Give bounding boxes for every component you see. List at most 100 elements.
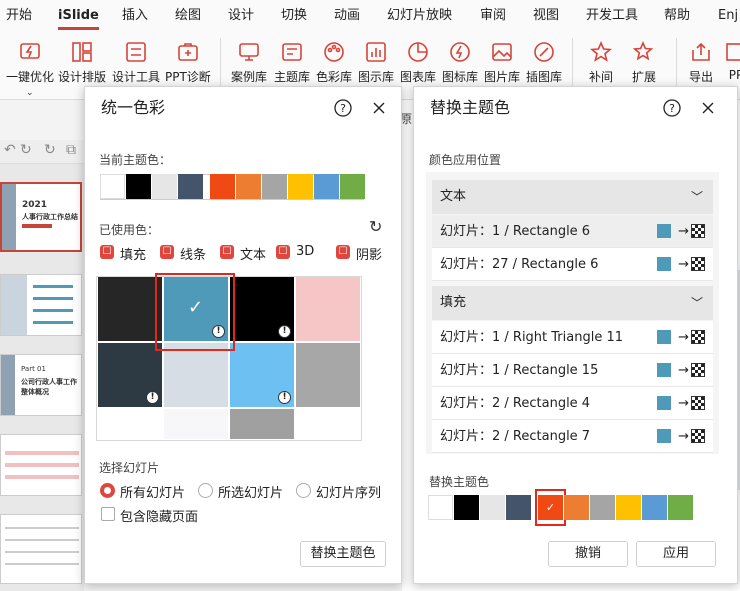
- theme-color-swatch[interactable]: [454, 495, 479, 520]
- info-icon[interactable]: !: [278, 325, 291, 338]
- slide-thumbnail[interactable]: 2021 人事行政工作总结: [0, 182, 82, 252]
- list-item[interactable]: 幻灯片：1 / Right Triangle 11 →: [432, 321, 713, 354]
- design-tools-button[interactable]: 设计工具: [112, 40, 160, 85]
- help-icon[interactable]: ?: [662, 98, 682, 118]
- pp-button[interactable]: PP: [724, 40, 740, 82]
- selected-slides-radio[interactable]: [198, 483, 213, 498]
- shadow-checkbox[interactable]: ☐: [336, 245, 350, 259]
- tab-view[interactable]: 视图: [533, 0, 559, 30]
- tab-enj[interactable]: Enj: [718, 0, 738, 30]
- text-checkbox[interactable]: ☐: [220, 245, 234, 259]
- tab-review[interactable]: 审阅: [480, 0, 506, 30]
- list-item[interactable]: 幻灯片：27 / Rectangle 6 →: [432, 248, 713, 281]
- close-icon[interactable]: [698, 98, 718, 118]
- all-slides-radio[interactable]: [100, 483, 115, 498]
- icon-library-button[interactable]: 图标库: [442, 40, 478, 85]
- tab-draw[interactable]: 绘图: [175, 0, 201, 30]
- tab-animations[interactable]: 动画: [334, 0, 360, 30]
- tab-home[interactable]: 开始: [6, 0, 32, 30]
- 3d-checkbox[interactable]: ☐: [276, 245, 290, 259]
- used-color-cell[interactable]: [98, 409, 162, 439]
- used-color-cell[interactable]: [98, 277, 162, 341]
- slide-range-radio[interactable]: [296, 483, 311, 498]
- theme-color-swatch[interactable]: [100, 174, 125, 199]
- refresh-icon[interactable]: ↻: [44, 142, 56, 158]
- help-icon[interactable]: ?: [333, 98, 353, 118]
- tween-button[interactable]: 补间: [589, 40, 613, 85]
- theme-color-swatch[interactable]: [564, 495, 589, 520]
- slide-thumbnail[interactable]: [0, 514, 82, 584]
- theme-color-swatch[interactable]: [668, 495, 693, 520]
- color-library-button[interactable]: 色彩库: [316, 40, 352, 85]
- slide-thumbnail[interactable]: [0, 434, 82, 496]
- used-color-cell[interactable]: !: [98, 343, 162, 407]
- list-item[interactable]: 幻灯片：1 / Rectangle 6 →: [432, 215, 713, 248]
- image-library-button[interactable]: 图片库: [484, 40, 520, 85]
- chart-library-button[interactable]: 图表库: [400, 40, 436, 85]
- extend-button[interactable]: 扩展: [632, 40, 656, 85]
- theme-color-swatch[interactable]: [152, 174, 177, 199]
- used-color-cell[interactable]: [164, 409, 228, 439]
- used-color-cell[interactable]: [296, 343, 360, 407]
- illustration-library-button[interactable]: 插图库: [526, 40, 562, 85]
- theme-color-swatch[interactable]: [590, 495, 615, 520]
- theme-color-swatch[interactable]: [428, 495, 453, 520]
- replace-theme-button[interactable]: 替换主题色: [300, 541, 386, 567]
- export-button[interactable]: 导出: [689, 40, 713, 85]
- fill-checkbox[interactable]: ☐: [100, 245, 114, 259]
- apply-button[interactable]: 应用: [636, 541, 716, 567]
- diagram-library-button[interactable]: 图示库: [358, 40, 394, 85]
- list-item[interactable]: 幻灯片：2 / Rectangle 4 →: [432, 387, 713, 420]
- info-icon[interactable]: !: [146, 391, 159, 404]
- theme-color-swatch[interactable]: [210, 174, 235, 199]
- tab-design[interactable]: 设计: [228, 0, 254, 30]
- theme-color-swatch[interactable]: [178, 174, 203, 199]
- theme-color-swatch[interactable]: [642, 495, 667, 520]
- theme-color-swatch[interactable]: [340, 174, 365, 199]
- info-icon[interactable]: !: [278, 391, 291, 404]
- undo-icon[interactable]: ↶: [4, 142, 16, 158]
- one-click-optimize-button[interactable]: 一键优化: [6, 40, 54, 85]
- tab-islide[interactable]: iSlide: [58, 0, 99, 30]
- close-icon[interactable]: [369, 98, 389, 118]
- chevron-down-icon[interactable]: ﹀: [691, 286, 703, 320]
- slide-thumbnail[interactable]: [0, 274, 82, 336]
- theme-color-swatch[interactable]: [506, 495, 531, 520]
- redo-icon[interactable]: ↻: [20, 142, 32, 158]
- tab-help[interactable]: 帮助: [664, 0, 690, 30]
- used-color-cell[interactable]: !: [230, 277, 294, 341]
- cancel-button[interactable]: 撤销: [548, 541, 628, 567]
- case-library-button[interactable]: 案例库: [231, 40, 267, 85]
- theme-color-swatch[interactable]: [480, 495, 505, 520]
- list-item[interactable]: 幻灯片：1 / Rectangle 15 →: [432, 354, 713, 387]
- used-color-cell[interactable]: [296, 277, 360, 341]
- theme-color-swatch[interactable]: [262, 174, 287, 199]
- chevron-down-icon[interactable]: ﹀: [691, 180, 703, 214]
- copy-icon[interactable]: ⧉: [66, 142, 76, 158]
- theme-color-swatch[interactable]: [616, 495, 641, 520]
- used-color-cell[interactable]: !: [230, 343, 294, 407]
- group-header-text[interactable]: 文本 ﹀: [432, 180, 713, 214]
- list-item[interactable]: 幻灯片：2 / Rectangle 7 →: [432, 420, 713, 453]
- tab-insert[interactable]: 插入: [122, 0, 148, 30]
- used-color-cell[interactable]: [164, 343, 228, 407]
- include-hidden-checkbox[interactable]: [101, 507, 115, 521]
- theme-color-swatch[interactable]: [236, 174, 261, 199]
- thumb-accent-bar: [22, 224, 52, 228]
- theme-color-swatch[interactable]: [288, 174, 313, 199]
- tab-transitions[interactable]: 切换: [281, 0, 307, 30]
- tab-slideshow[interactable]: 幻灯片放映: [387, 0, 452, 30]
- design-layout-button[interactable]: 设计排版: [58, 40, 106, 85]
- theme-library-button[interactable]: 主题库: [274, 40, 310, 85]
- theme-color-swatch[interactable]: [126, 174, 151, 199]
- group-header-fill[interactable]: 填充 ﹀: [432, 286, 713, 320]
- refresh-icon[interactable]: ↻: [369, 217, 382, 236]
- stroke-checkbox[interactable]: ☐: [160, 245, 174, 259]
- slide-thumbnail[interactable]: Part 01 公司行政人事工作整体概况: [0, 354, 82, 416]
- theme-color-swatch[interactable]: [314, 174, 339, 199]
- button-label: PP: [728, 68, 740, 82]
- ppt-diagnosis-button[interactable]: PPT诊断: [165, 40, 211, 85]
- chevron-down-icon[interactable]: ⌄: [26, 88, 34, 98]
- tab-developer[interactable]: 开发工具: [586, 0, 638, 30]
- used-color-cell[interactable]: [230, 409, 294, 439]
